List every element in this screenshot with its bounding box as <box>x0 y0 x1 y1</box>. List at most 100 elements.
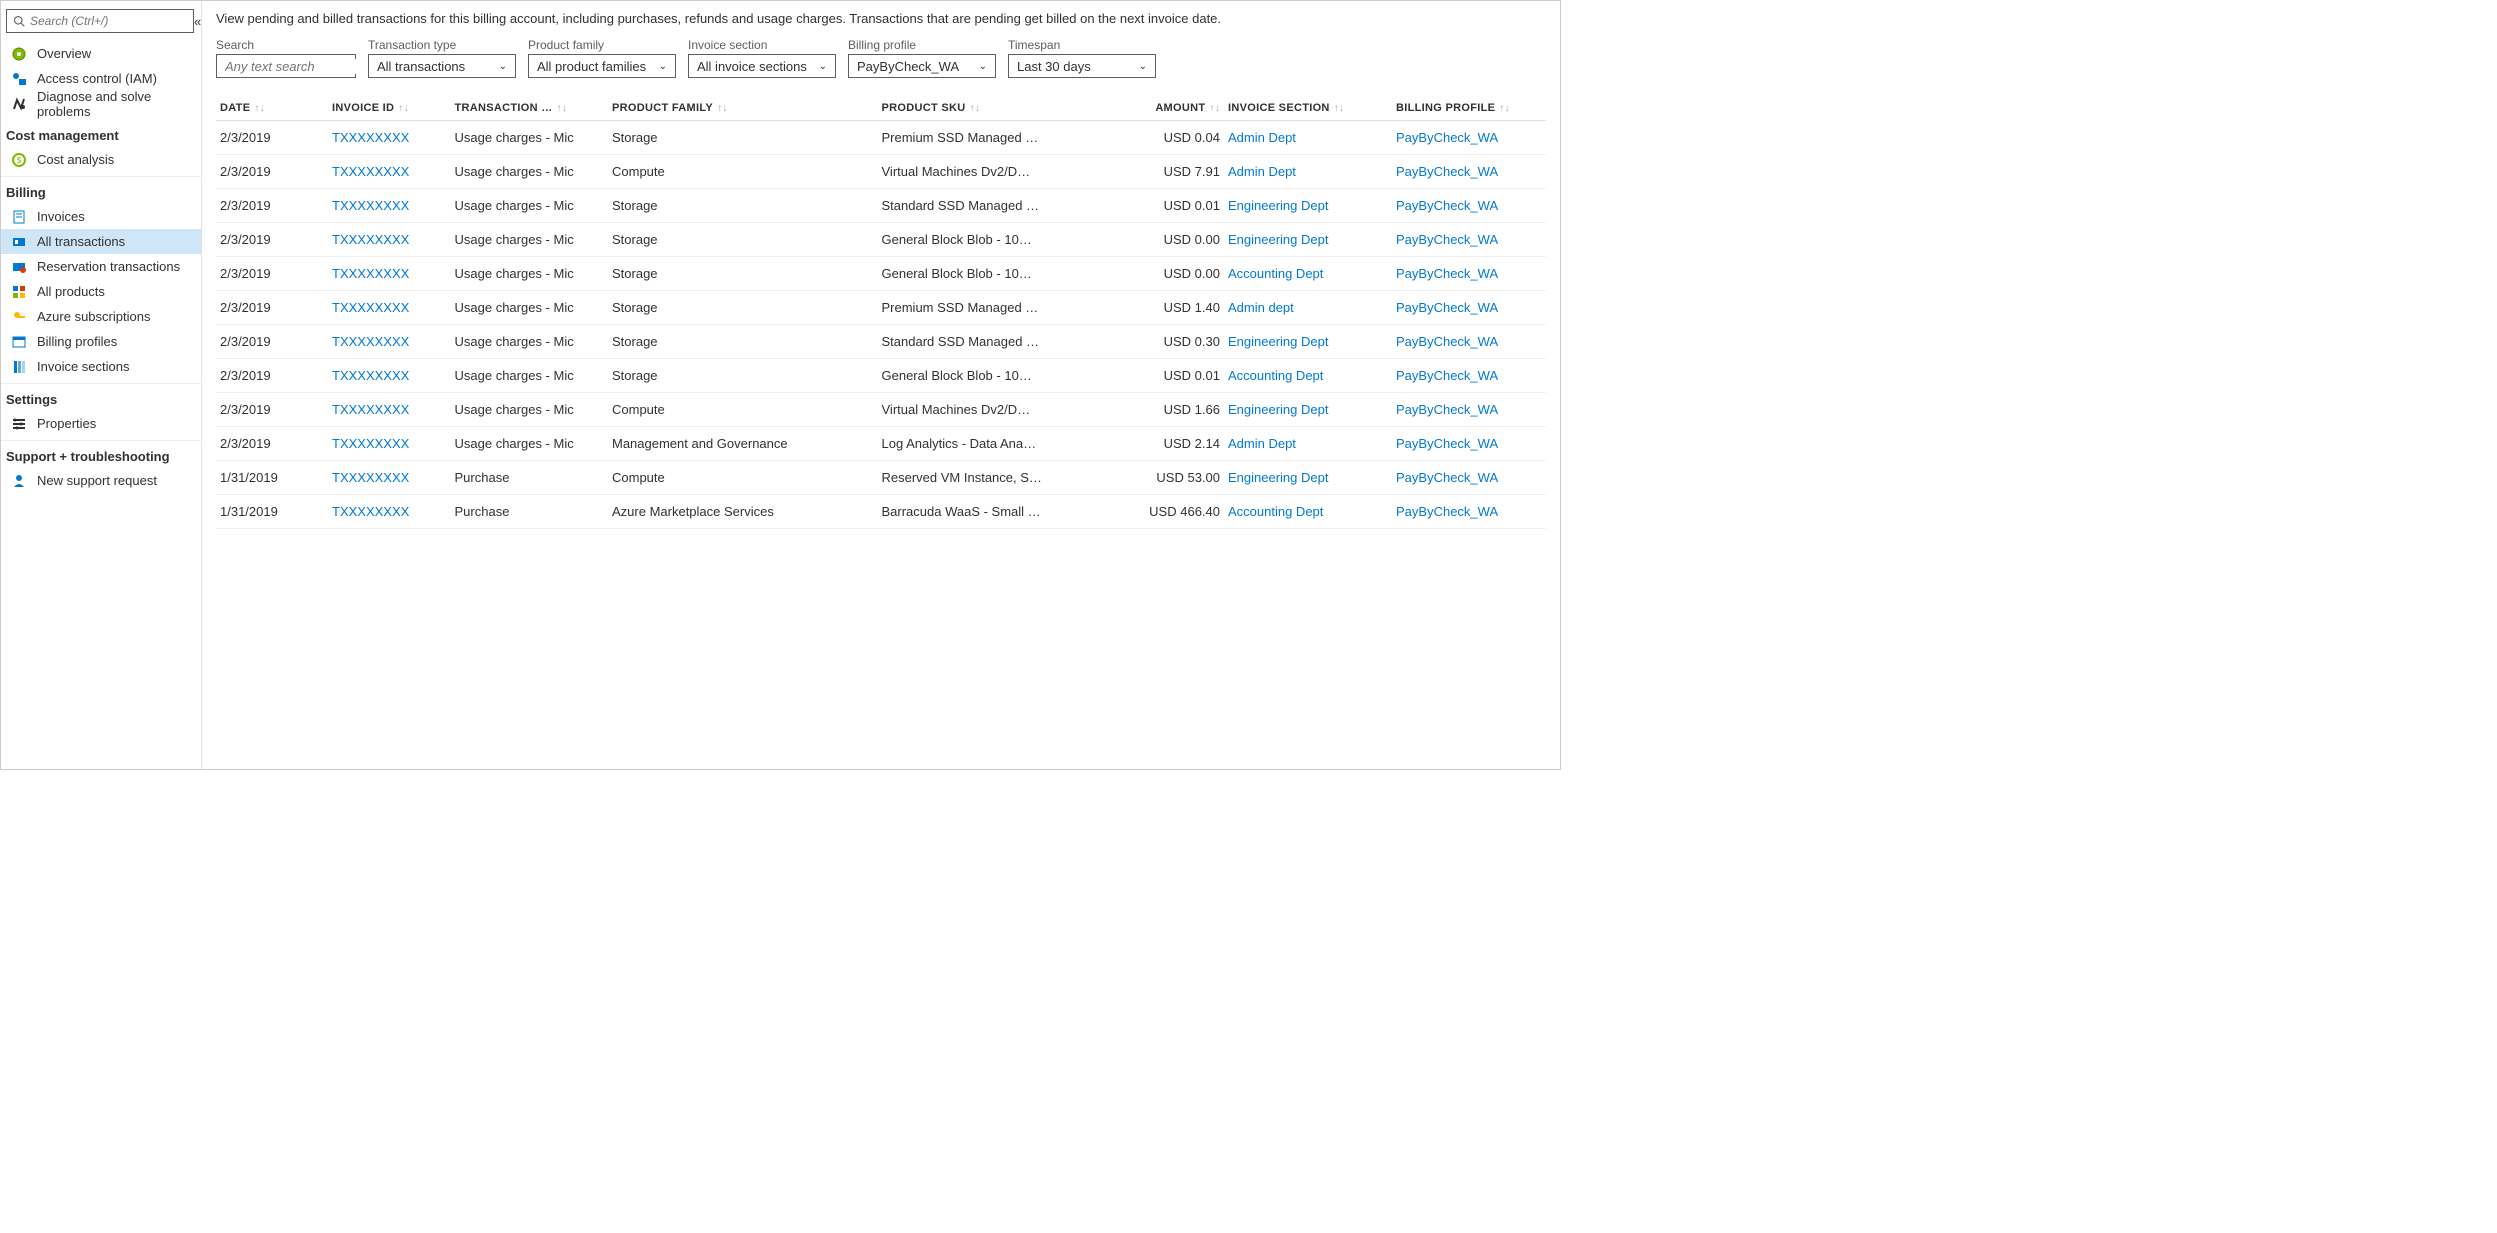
column-header[interactable]: PRODUCT FAMILY ↑↓ <box>608 96 878 121</box>
cell-section[interactable]: Admin Dept <box>1224 427 1392 461</box>
cell-date: 2/3/2019 <box>216 257 328 291</box>
is-icon <box>11 359 27 375</box>
cell-section[interactable]: Admin Dept <box>1224 155 1392 189</box>
collapse-sidebar-icon[interactable]: « <box>194 14 201 29</box>
sidebar-item-label: Azure subscriptions <box>37 309 150 324</box>
cell-invoice[interactable]: TXXXXXXXX <box>328 257 451 291</box>
cell-transaction: Usage charges - Mic <box>451 223 609 257</box>
sidebar-item-properties[interactable]: Properties <box>1 411 201 436</box>
sidebar-item-new-support-request[interactable]: New support request <box>1 468 201 493</box>
sidebar-search[interactable] <box>6 9 194 33</box>
cell-section[interactable]: Accounting Dept <box>1224 359 1392 393</box>
filter-timespan[interactable]: Last 30 days ⌄ <box>1008 54 1156 78</box>
column-header[interactable]: AMOUNT↑↓ <box>1105 96 1224 121</box>
sidebar-item-cost-analysis[interactable]: $Cost analysis <box>1 147 201 172</box>
cell-amount: USD 1.66 <box>1105 393 1224 427</box>
column-header[interactable]: INVOICE ID↑↓ <box>328 96 451 121</box>
cell-profile[interactable]: PayByCheck_WA <box>1392 461 1546 495</box>
filters-bar: Search Transaction type All transactions… <box>216 38 1546 78</box>
cell-family: Compute <box>608 461 878 495</box>
cell-section[interactable]: Accounting Dept <box>1224 495 1392 529</box>
sidebar-item-invoice-sections[interactable]: Invoice sections <box>1 354 201 379</box>
sidebar-item-billing-profiles[interactable]: Billing profiles <box>1 329 201 354</box>
cell-invoice[interactable]: TXXXXXXXX <box>328 495 451 529</box>
cell-invoice[interactable]: TXXXXXXXX <box>328 189 451 223</box>
cell-family: Management and Governance <box>608 427 878 461</box>
sidebar-search-input[interactable] <box>30 14 187 28</box>
cell-profile[interactable]: PayByCheck_WA <box>1392 189 1546 223</box>
cell-invoice[interactable]: TXXXXXXXX <box>328 291 451 325</box>
cell-transaction: Usage charges - Mic <box>451 121 609 155</box>
sidebar-item-label: Invoices <box>37 209 85 224</box>
sidebar-item-label: Cost analysis <box>37 152 114 167</box>
cell-invoice[interactable]: TXXXXXXXX <box>328 325 451 359</box>
iam-icon <box>11 71 27 87</box>
sidebar-item-label: Access control (IAM) <box>37 71 157 86</box>
sidebar-item-overview[interactable]: Overview <box>1 41 201 66</box>
column-header[interactable]: DATE↑↓ <box>216 96 328 121</box>
cell-profile[interactable]: PayByCheck_WA <box>1392 155 1546 189</box>
cell-invoice[interactable]: TXXXXXXXX <box>328 427 451 461</box>
chevron-down-icon: ⌄ <box>659 61 667 72</box>
filter-billing-profile[interactable]: PayByCheck_WA ⌄ <box>848 54 996 78</box>
diag-icon <box>11 96 27 112</box>
column-header[interactable]: BILLING PROFILE↑↓ <box>1392 96 1546 121</box>
search-icon <box>13 15 25 27</box>
cell-invoice[interactable]: TXXXXXXXX <box>328 155 451 189</box>
chevron-down-icon: ⌄ <box>819 61 827 72</box>
cell-invoice[interactable]: TXXXXXXXX <box>328 461 451 495</box>
cell-section[interactable]: Engineering Dept <box>1224 325 1392 359</box>
filter-transaction-type[interactable]: All transactions ⌄ <box>368 54 516 78</box>
sidebar-item-azure-subscriptions[interactable]: Azure subscriptions <box>1 304 201 329</box>
cell-profile[interactable]: PayByCheck_WA <box>1392 359 1546 393</box>
filter-search-input[interactable] <box>216 54 356 78</box>
cell-date: 2/3/2019 <box>216 223 328 257</box>
cell-date: 2/3/2019 <box>216 291 328 325</box>
cell-section[interactable]: Admin dept <box>1224 291 1392 325</box>
cell-family: Storage <box>608 189 878 223</box>
cell-profile[interactable]: PayByCheck_WA <box>1392 495 1546 529</box>
sort-icon: ↑↓ <box>1334 103 1345 114</box>
sidebar-item-reservation-transactions[interactable]: Reservation transactions <box>1 254 201 279</box>
sort-icon: ↑↓ <box>398 103 409 114</box>
cell-profile[interactable]: PayByCheck_WA <box>1392 121 1546 155</box>
cell-profile[interactable]: PayByCheck_WA <box>1392 291 1546 325</box>
sidebar-item-all-products[interactable]: All products <box>1 279 201 304</box>
cell-section[interactable]: Engineering Dept <box>1224 461 1392 495</box>
cell-section[interactable]: Accounting Dept <box>1224 257 1392 291</box>
cell-section[interactable]: Admin Dept <box>1224 121 1392 155</box>
cell-transaction: Usage charges - Mic <box>451 427 609 461</box>
prod-icon <box>11 284 27 300</box>
column-header[interactable]: TRANSACTION …↑↓ <box>451 96 609 121</box>
cell-sku: Barracuda WaaS - Small … <box>878 495 1106 529</box>
filter-invoice-section[interactable]: All invoice sections ⌄ <box>688 54 836 78</box>
cell-profile[interactable]: PayByCheck_WA <box>1392 223 1546 257</box>
sidebar-item-diagnose-and-solve-problems[interactable]: Diagnose and solve problems <box>1 91 201 116</box>
chevron-down-icon: ⌄ <box>499 61 507 72</box>
filter-product-family[interactable]: All product families ⌄ <box>528 54 676 78</box>
sidebar-item-access-control-iam-[interactable]: Access control (IAM) <box>1 66 201 91</box>
cell-invoice[interactable]: TXXXXXXXX <box>328 121 451 155</box>
cell-profile[interactable]: PayByCheck_WA <box>1392 325 1546 359</box>
cell-section[interactable]: Engineering Dept <box>1224 393 1392 427</box>
cell-sku: General Block Blob - 10… <box>878 257 1106 291</box>
cell-date: 1/31/2019 <box>216 495 328 529</box>
cell-section[interactable]: Engineering Dept <box>1224 189 1392 223</box>
cell-profile[interactable]: PayByCheck_WA <box>1392 427 1546 461</box>
sort-icon: ↑↓ <box>717 103 728 114</box>
cell-section[interactable]: Engineering Dept <box>1224 223 1392 257</box>
cell-date: 2/3/2019 <box>216 359 328 393</box>
cell-invoice[interactable]: TXXXXXXXX <box>328 223 451 257</box>
cell-profile[interactable]: PayByCheck_WA <box>1392 393 1546 427</box>
cell-transaction: Purchase <box>451 495 609 529</box>
column-header[interactable]: PRODUCT SKU↑↓ <box>878 96 1106 121</box>
sidebar-item-all-transactions[interactable]: All transactions <box>1 229 201 254</box>
column-label: PRODUCT FAMILY <box>612 102 713 114</box>
cell-invoice[interactable]: TXXXXXXXX <box>328 393 451 427</box>
cell-profile[interactable]: PayByCheck_WA <box>1392 257 1546 291</box>
sidebar-item-invoices[interactable]: Invoices <box>1 204 201 229</box>
sort-icon: ↑↓ <box>557 103 568 114</box>
column-header[interactable]: INVOICE SECTION↑↓ <box>1224 96 1392 121</box>
cell-invoice[interactable]: TXXXXXXXX <box>328 359 451 393</box>
sidebar-item-label: Reservation transactions <box>37 259 180 274</box>
